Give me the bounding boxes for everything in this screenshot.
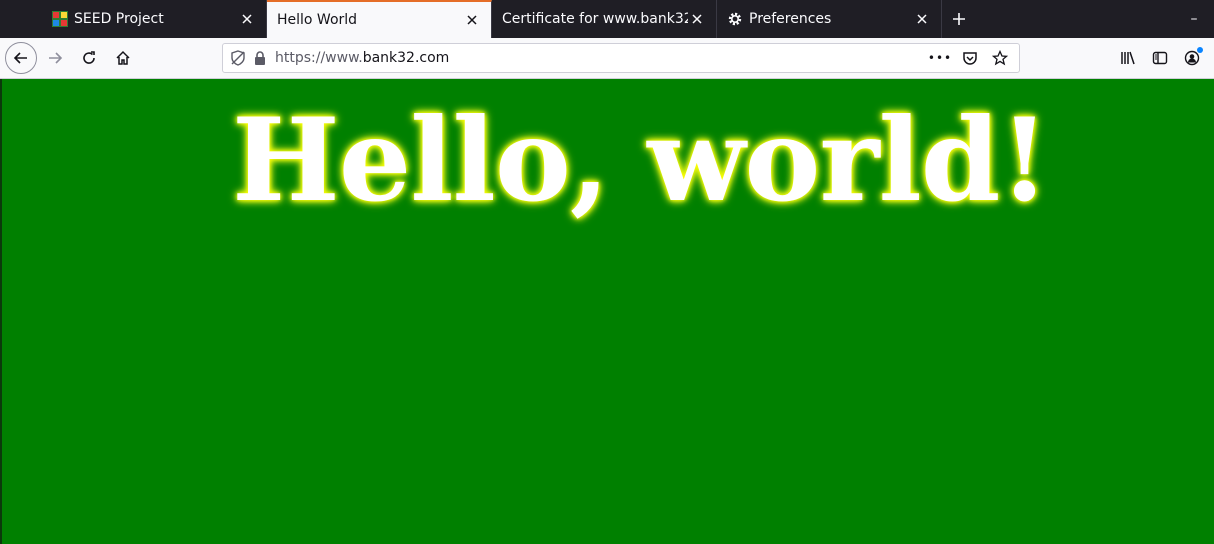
reload-button[interactable] xyxy=(73,42,105,74)
page-actions-button[interactable]: ••• xyxy=(925,46,955,70)
home-icon xyxy=(116,50,130,65)
tab-title: Certificate for www.bank32.com xyxy=(502,11,688,27)
tab-title: Preferences xyxy=(749,11,832,27)
tab-strip-spacer xyxy=(0,0,42,38)
close-icon[interactable] xyxy=(238,10,256,28)
account-icon[interactable] xyxy=(1176,42,1208,74)
forward-button[interactable] xyxy=(39,42,71,74)
tab-certificate[interactable]: Certificate for www.bank32.com xyxy=(492,0,717,38)
close-icon[interactable] xyxy=(688,10,706,28)
url-text[interactable]: https://www.bank32.com xyxy=(275,50,925,66)
url-scheme: https://www. xyxy=(275,50,363,66)
star-icon[interactable] xyxy=(985,46,1015,70)
sidebar-icon[interactable] xyxy=(1144,42,1176,74)
page-heading: Hello, world! xyxy=(232,93,1050,227)
navigation-toolbar: https://www.bank32.com ••• xyxy=(0,38,1214,79)
plus-icon xyxy=(953,13,965,25)
library-icon[interactable] xyxy=(1112,42,1144,74)
url-domain: bank32.com xyxy=(362,50,450,66)
page-content: Hello, world! xyxy=(0,79,1214,544)
new-tab-button[interactable] xyxy=(942,0,976,38)
minimize-button[interactable]: – xyxy=(1174,0,1214,38)
lock-icon[interactable] xyxy=(249,47,271,69)
tab-strip: SEED Project Hello World Certificate for… xyxy=(0,0,1214,38)
tab-title: Hello World xyxy=(277,12,358,28)
url-bar[interactable]: https://www.bank32.com ••• xyxy=(222,43,1020,73)
arrow-left-icon xyxy=(13,52,27,64)
seed-project-favicon xyxy=(52,11,68,27)
reload-icon xyxy=(83,51,95,64)
tab-hello-world[interactable]: Hello World xyxy=(267,0,492,38)
tab-preferences[interactable]: Preferences xyxy=(717,0,942,38)
home-button[interactable] xyxy=(107,42,139,74)
arrow-right-icon xyxy=(49,52,63,64)
close-icon[interactable] xyxy=(463,11,481,29)
tab-seed-project[interactable]: SEED Project xyxy=(42,0,267,38)
back-button[interactable] xyxy=(5,42,37,74)
tab-title: SEED Project xyxy=(74,11,164,27)
close-icon[interactable] xyxy=(913,10,931,28)
tab-strip-fill xyxy=(976,0,1174,38)
pocket-icon[interactable] xyxy=(955,46,985,70)
tracking-protection-icon[interactable] xyxy=(227,47,249,69)
sync-dot xyxy=(1197,47,1203,53)
right-toolbar xyxy=(1112,42,1208,74)
url-actions: ••• xyxy=(925,46,1015,70)
gear-icon xyxy=(727,11,743,27)
